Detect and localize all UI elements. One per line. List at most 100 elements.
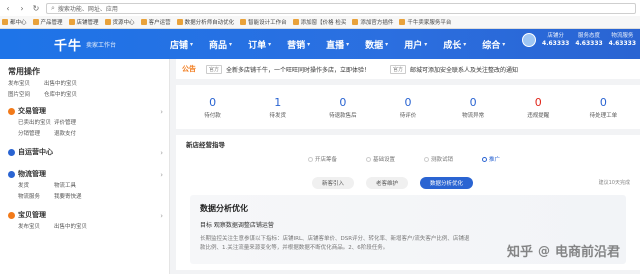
stat-violation[interactable]: 0 违规提醒 xyxy=(513,96,563,119)
group-header[interactable]: 自运营中心 xyxy=(8,147,169,157)
bookmark-item[interactable]: 产品管理 xyxy=(32,18,63,26)
nav-item-data[interactable]: 数据 ▾ xyxy=(365,38,388,51)
avatar[interactable] xyxy=(522,33,537,47)
official-badge: 官方 xyxy=(390,64,407,74)
chevron-down-icon: ▾ xyxy=(190,40,194,48)
step-promotion[interactable]: 推广 xyxy=(482,155,540,163)
step-test-sales[interactable]: 测款试销 xyxy=(424,155,482,163)
stat-refund-aftersale[interactable]: 0 待退款售后 xyxy=(318,96,368,119)
app-header: 千牛 卖家工作台 店铺 ▾ 商品 ▾ 订单 ▾ 营销 ▾ 直播 ▾ 数据 ▾ 用户 ▾ 成长 ▾… xyxy=(0,29,640,59)
truck-icon xyxy=(8,170,15,178)
sidebar-link[interactable]: 物流服务 xyxy=(18,192,54,200)
guide-tabs: 新客引入 老客维护 数据分析优化 xyxy=(312,177,474,189)
bookmark-item[interactable]: 添加官方插件 xyxy=(352,18,393,26)
stat-pending-shipment[interactable]: 1 待发货 xyxy=(253,96,303,119)
stat-pending-review[interactable]: 0 待评价 xyxy=(383,96,433,119)
notice-link[interactable]: 邮城可添加安全联系人及关注整改的通知 xyxy=(410,65,518,74)
group-header[interactable]: 物流管理 xyxy=(8,169,169,179)
bookmark-item[interactable]: 都中心 xyxy=(2,18,27,26)
step-prepare[interactable]: 开店筹备 xyxy=(308,155,366,163)
group-header[interactable]: 交易管理 xyxy=(8,106,169,116)
guide-title: 新店经营指导 xyxy=(186,141,225,149)
sidebar-link[interactable]: 分销管理 xyxy=(18,129,54,137)
tab-hint: 建议10天完成 xyxy=(598,180,630,186)
forward-icon[interactable]: › xyxy=(18,4,26,13)
common-ops-links: 发布宝贝 出售中的宝贝 图片空间 仓库中的宝贝 xyxy=(0,79,169,98)
chevron-down-icon: ▾ xyxy=(502,40,506,48)
chevron-down-icon: ▾ xyxy=(385,40,389,48)
sidebar-link[interactable]: 发货 xyxy=(18,181,54,189)
sidebar-link[interactable]: 退款支付 xyxy=(54,129,98,137)
nav-item-orders[interactable]: 订单 ▾ xyxy=(248,38,271,51)
refresh-icon[interactable]: ↻ xyxy=(32,4,40,13)
nav-item-live[interactable]: 直播 ▾ xyxy=(326,38,349,51)
stat-pending-payment[interactable]: 0 待付款 xyxy=(188,96,238,119)
browser-toolbar: ‹ › ↻ ⌕ 搜索功能、网址、应用 xyxy=(0,0,640,16)
step-dot-icon xyxy=(366,156,371,162)
sidebar-link[interactable]: 出售中的宝贝 xyxy=(54,222,98,230)
tab-data-analysis[interactable]: 数据分析优化 xyxy=(420,177,474,189)
bookmark-item[interactable]: 数据分析师自动优化 xyxy=(176,18,234,26)
chevron-down-icon: ▾ xyxy=(307,40,311,48)
sidebar-group-items: 宝贝管理 › 发布宝贝 出售中的宝贝 xyxy=(0,202,169,232)
folder-icon xyxy=(176,19,183,25)
stat-block: 店铺分 4.63333 xyxy=(542,33,570,47)
chevron-right-icon[interactable]: › xyxy=(160,212,163,220)
stat-pending-ticket[interactable]: 0 待处理工单 xyxy=(578,96,628,119)
bookmark-item[interactable]: 货源中心 xyxy=(104,18,135,26)
folder-icon xyxy=(399,19,406,25)
nav-item-users[interactable]: 用户 ▾ xyxy=(404,38,427,51)
chevron-right-icon[interactable]: › xyxy=(160,108,163,116)
folder-icon xyxy=(240,19,247,25)
nav-item-general[interactable]: 综合 ▾ xyxy=(482,38,505,51)
chevron-down-icon: ▾ xyxy=(229,40,233,48)
notice-label: 公告 xyxy=(182,65,196,73)
main-nav: 店铺 ▾ 商品 ▾ 订单 ▾ 营销 ▾ 直播 ▾ 数据 ▾ 用户 ▾ 成长 ▾ 综合 ▾ xyxy=(170,38,505,51)
item-icon xyxy=(8,211,15,219)
step-dot-icon xyxy=(482,156,487,162)
sidebar-link[interactable]: 发布宝贝 xyxy=(18,222,54,230)
bookmark-item[interactable]: 店铺管理 xyxy=(68,18,99,26)
step-dot-icon xyxy=(424,156,429,162)
sidebar-link[interactable]: 出售中的宝贝 xyxy=(44,79,88,87)
search-icon: ⌕ xyxy=(51,3,55,12)
bookmark-item[interactable]: 千牛卖家服务平台 xyxy=(399,18,451,26)
nav-item-growth[interactable]: 成长 ▾ xyxy=(443,38,466,51)
chevron-down-icon: ▾ xyxy=(424,40,428,48)
tab-retention[interactable]: 老客维护 xyxy=(366,177,409,189)
sidebar-group-logistics: 物流管理 › 发货 物流工具 物流服务 我要寄快递 xyxy=(0,161,169,202)
chevron-right-icon[interactable]: › xyxy=(160,171,163,179)
nav-item-shop[interactable]: 店铺 ▾ xyxy=(170,38,193,51)
sidebar-link[interactable]: 已卖出的宝贝 xyxy=(18,118,54,126)
sidebar-link[interactable]: 图片空间 xyxy=(8,90,44,98)
bookmark-item[interactable]: 智能设计工作台 xyxy=(240,18,287,26)
sidebar-link[interactable]: 物流工具 xyxy=(54,181,98,189)
logo[interactable]: 千牛 卖家工作台 xyxy=(0,35,170,54)
tab-new-customers[interactable]: 新客引入 xyxy=(312,177,355,189)
sidebar-link[interactable]: 发布宝贝 xyxy=(8,79,44,87)
official-badge: 官方 xyxy=(206,64,223,74)
brand-subtitle: 卖家工作台 xyxy=(86,41,117,49)
nav-item-goods[interactable]: 商品 ▾ xyxy=(209,38,232,51)
self-ops-icon xyxy=(8,148,15,156)
bookmark-item[interactable]: 添加窗【价格 检买 xyxy=(292,18,346,26)
sidebar-group-self-ops: 自运营中心 › xyxy=(0,139,169,161)
chevron-right-icon[interactable]: › xyxy=(160,149,163,157)
common-ops-title: 常用操作 xyxy=(8,67,40,76)
folder-icon xyxy=(292,19,299,25)
nav-item-marketing[interactable]: 营销 ▾ xyxy=(287,38,310,51)
sidebar-link[interactable]: 评价管理 xyxy=(54,118,98,126)
analysis-title: 数据分析优化 xyxy=(200,204,248,213)
analysis-description: 长期监控关注生意参谋以下指标：店铺IRL、店铺客单价、DSR评分、转化率、新增客… xyxy=(200,236,470,251)
stat-logistics-issue[interactable]: 0 物流异常 xyxy=(448,96,498,119)
back-icon[interactable]: ‹ xyxy=(4,4,12,13)
chevron-down-icon: ▾ xyxy=(346,40,350,48)
group-header[interactable]: 宝贝管理 xyxy=(8,210,169,220)
bookmark-item[interactable]: 客户运营 xyxy=(140,18,171,26)
notice-link[interactable]: 全新多店铺千牛，一个旺旺同时操作多店，立即体验！ xyxy=(226,65,370,74)
step-basic-settings[interactable]: 基础设置 xyxy=(366,155,424,163)
sidebar-link[interactable]: 我要寄快递 xyxy=(54,192,98,200)
sidebar-link[interactable]: 仓库中的宝贝 xyxy=(44,90,88,98)
address-bar[interactable]: ⌕ 搜索功能、网址、应用 xyxy=(46,2,636,14)
watermark: 知乎 @ 电商前沿君 xyxy=(506,243,620,261)
